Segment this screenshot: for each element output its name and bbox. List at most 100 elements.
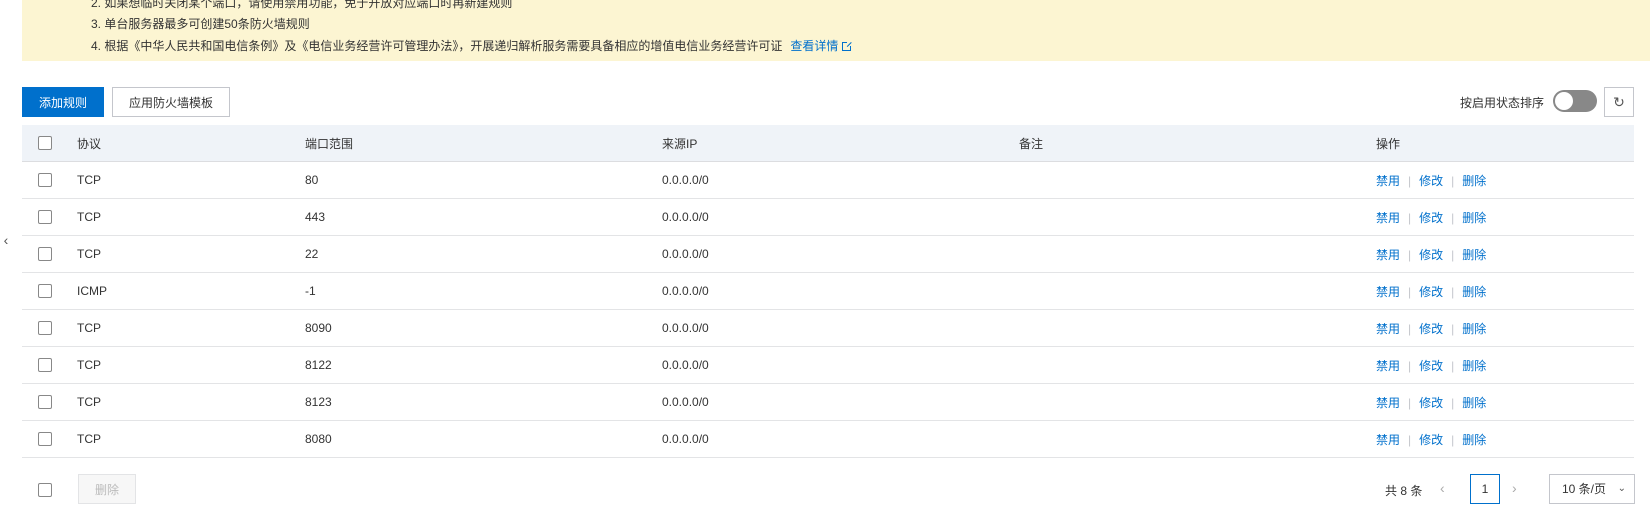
edit-link[interactable]: 修改: [1419, 174, 1443, 188]
row-checkbox-cell: [22, 161, 77, 199]
delete-link[interactable]: 删除: [1462, 285, 1486, 299]
cell-port-range: 8123: [305, 383, 662, 421]
cell-port-range: -1: [305, 272, 662, 310]
cell-ops: 禁用 | 修改 | 删除: [1376, 235, 1634, 273]
view-details-link[interactable]: 查看详情: [790, 39, 853, 53]
row-checkbox[interactable]: [38, 395, 52, 410]
notice-line-4: 4. 根据《中华人民共和国电信条例》及《电信业务经营许可管理办法》，开展递归解析…: [91, 37, 853, 54]
cell-ops: 禁用 | 修改 | 删除: [1376, 346, 1634, 384]
add-rule-button[interactable]: 添加规则: [22, 87, 104, 117]
header-protocol: 协议: [77, 125, 305, 162]
cell-ops: 禁用 | 修改 | 删除: [1376, 161, 1634, 199]
ops-separator: |: [1408, 210, 1412, 225]
ops-separator: |: [1408, 284, 1412, 299]
edit-link[interactable]: 修改: [1419, 285, 1443, 299]
sort-by-status-toggle[interactable]: [1553, 90, 1597, 112]
header-note: 备注: [1019, 125, 1376, 162]
row-checkbox[interactable]: [38, 321, 52, 336]
prev-page-icon[interactable]: ‹: [1440, 480, 1445, 496]
ops-separator: |: [1408, 173, 1412, 188]
notice-line-2: 2. 如果想临时关闭某个端口，请使用禁用功能，免于开放对应端口时再新建规则: [91, 0, 513, 10]
row-checkbox[interactable]: [38, 284, 52, 299]
delete-link[interactable]: 删除: [1462, 396, 1486, 410]
batch-delete-button: 删除: [78, 474, 136, 504]
header-ops: 操作: [1376, 125, 1634, 162]
row-checkbox-cell: [22, 346, 77, 384]
header-port-range: 端口范围: [305, 125, 662, 162]
edit-link[interactable]: 修改: [1419, 396, 1443, 410]
table-row: ICMP -1 0.0.0.0/0 禁用 | 修改 | 删除: [22, 272, 1634, 310]
disable-link[interactable]: 禁用: [1376, 396, 1400, 410]
ops-separator: |: [1451, 395, 1455, 410]
ops-separator: |: [1451, 284, 1455, 299]
edit-link[interactable]: 修改: [1419, 248, 1443, 262]
cell-note: [1019, 235, 1376, 273]
cell-note: [1019, 420, 1376, 458]
table-row: TCP 8122 0.0.0.0/0 禁用 | 修改 | 删除: [22, 346, 1634, 384]
disable-link[interactable]: 禁用: [1376, 322, 1400, 336]
delete-link[interactable]: 删除: [1462, 433, 1486, 447]
refresh-button[interactable]: ↻: [1604, 87, 1634, 117]
row-checkbox-cell: [22, 198, 77, 236]
table-row: TCP 80 0.0.0.0/0 禁用 | 修改 | 删除: [22, 161, 1634, 199]
disable-link[interactable]: 禁用: [1376, 433, 1400, 447]
table-row: TCP 443 0.0.0.0/0 禁用 | 修改 | 删除: [22, 198, 1634, 236]
cell-source-ip: 0.0.0.0/0: [662, 272, 1019, 310]
table-row: TCP 8090 0.0.0.0/0 禁用 | 修改 | 删除: [22, 309, 1634, 347]
edit-link[interactable]: 修改: [1419, 433, 1443, 447]
cell-protocol: TCP: [77, 309, 305, 347]
ops-separator: |: [1451, 358, 1455, 373]
disable-link[interactable]: 禁用: [1376, 174, 1400, 188]
cell-protocol: TCP: [77, 235, 305, 273]
ops-separator: |: [1451, 210, 1455, 225]
ops-separator: |: [1451, 173, 1455, 188]
delete-link[interactable]: 删除: [1462, 322, 1486, 336]
row-checkbox[interactable]: [38, 358, 52, 373]
delete-link[interactable]: 删除: [1462, 211, 1486, 225]
bottom-select-all-checkbox[interactable]: [38, 483, 52, 497]
edit-link[interactable]: 修改: [1419, 322, 1443, 336]
ops-separator: |: [1408, 321, 1412, 336]
edit-link[interactable]: 修改: [1419, 359, 1443, 373]
page-size-select[interactable]: 10 条/页 ⌄: [1549, 474, 1635, 504]
edit-link[interactable]: 修改: [1419, 211, 1443, 225]
row-checkbox[interactable]: [38, 247, 52, 262]
cell-ops: 禁用 | 修改 | 删除: [1376, 420, 1634, 458]
collapse-sidebar-icon[interactable]: ‹: [0, 228, 12, 252]
cell-ops: 禁用 | 修改 | 删除: [1376, 383, 1634, 421]
disable-link[interactable]: 禁用: [1376, 285, 1400, 299]
toggle-knob: [1555, 92, 1573, 110]
disable-link[interactable]: 禁用: [1376, 248, 1400, 262]
page-1-button[interactable]: 1: [1470, 474, 1500, 504]
row-checkbox[interactable]: [38, 432, 52, 447]
cell-source-ip: 0.0.0.0/0: [662, 420, 1019, 458]
select-all-checkbox[interactable]: [38, 136, 52, 151]
row-checkbox-cell: [22, 309, 77, 347]
row-checkbox[interactable]: [38, 173, 52, 188]
next-page-icon[interactable]: ›: [1512, 480, 1517, 496]
ops-separator: |: [1451, 247, 1455, 262]
cell-note: [1019, 383, 1376, 421]
cell-protocol: ICMP: [77, 272, 305, 310]
total-count: 共 8 条: [1385, 484, 1423, 498]
disable-link[interactable]: 禁用: [1376, 211, 1400, 225]
apply-template-button[interactable]: 应用防火墙模板: [112, 87, 230, 117]
cell-port-range: 443: [305, 198, 662, 236]
delete-link[interactable]: 删除: [1462, 174, 1486, 188]
row-checkbox[interactable]: [38, 210, 52, 225]
disable-link[interactable]: 禁用: [1376, 359, 1400, 373]
view-details-label[interactable]: 查看详情: [790, 39, 838, 53]
delete-link[interactable]: 删除: [1462, 248, 1486, 262]
row-checkbox-cell: [22, 235, 77, 273]
cell-protocol: TCP: [77, 420, 305, 458]
refresh-icon: ↻: [1613, 93, 1625, 110]
notice-banner: 2. 如果想临时关闭某个端口，请使用禁用功能，免于开放对应端口时再新建规则 3.…: [22, 0, 1650, 61]
row-checkbox-cell: [22, 272, 77, 310]
cell-protocol: TCP: [77, 383, 305, 421]
delete-link[interactable]: 删除: [1462, 359, 1486, 373]
page-size-value: 10 条/页: [1562, 482, 1607, 496]
table-header-row: 协议 端口范围 来源IP 备注 操作: [22, 125, 1634, 162]
cell-note: [1019, 161, 1376, 199]
cell-source-ip: 0.0.0.0/0: [662, 346, 1019, 384]
cell-source-ip: 0.0.0.0/0: [662, 235, 1019, 273]
